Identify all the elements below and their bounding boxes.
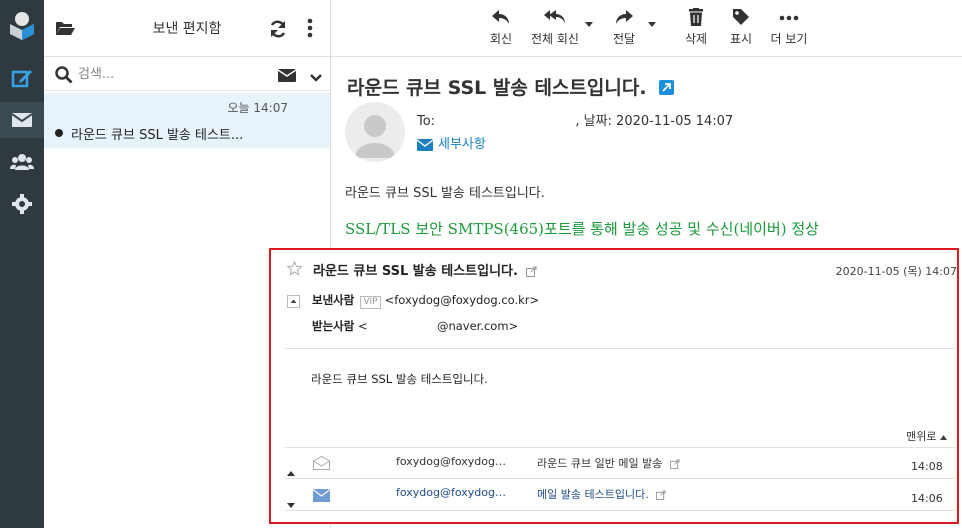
external-link-icon bbox=[656, 490, 666, 500]
details-label: 세부사항 bbox=[438, 137, 486, 152]
reply-all-icon bbox=[544, 10, 565, 23]
chevron-down-icon[interactable] bbox=[310, 68, 322, 87]
reply-icon bbox=[492, 10, 509, 24]
search-icon[interactable] bbox=[55, 66, 73, 88]
embedded-naver-mail-screenshot: 라운드 큐브 SSL 발송 테스트입니다. 2020-11-05 (목) 14:… bbox=[269, 248, 959, 524]
external-link-icon bbox=[526, 266, 537, 277]
embedded-date: 2020-11-05 (목) 14:07 bbox=[835, 265, 957, 278]
forward-caret-icon[interactable] bbox=[648, 22, 656, 27]
reply-all-button[interactable]: 전체 회신 bbox=[527, 8, 583, 47]
delete-label: 삭제 bbox=[684, 32, 708, 46]
details-link[interactable]: 세부사항 bbox=[416, 133, 486, 152]
contacts-icon[interactable] bbox=[0, 144, 44, 180]
sender-row: 보낸사람 VIP <foxydog@foxydog.co.kr> bbox=[312, 292, 539, 309]
message-toolbar: 회신 전체 회신 전달 삭제 표시 더 보기 bbox=[331, 0, 962, 57]
sender-label: 보낸사람 bbox=[312, 293, 355, 307]
reply-all-label: 전체 회신 bbox=[531, 32, 579, 46]
thread-from: foxydog@foxydog… bbox=[396, 455, 506, 468]
mark-label: 표시 bbox=[729, 32, 753, 46]
reply-label: 회신 bbox=[489, 32, 513, 46]
vip-badge: VIP bbox=[360, 296, 381, 309]
settings-gear-icon[interactable] bbox=[0, 186, 44, 222]
forward-icon bbox=[616, 10, 633, 24]
collapse-header-icon bbox=[287, 293, 300, 312]
message-date: , 날짜: 2020-11-05 14:07 bbox=[575, 114, 734, 129]
avatar-person-icon bbox=[355, 115, 395, 158]
thread-from: foxydog@foxydog… bbox=[396, 486, 506, 499]
list-item[interactable]: 오늘 14:07 라운드 큐브 SSL 발송 테스트... bbox=[44, 93, 330, 148]
list-item-time: 오늘 14:07 bbox=[227, 101, 288, 115]
mail-icon[interactable] bbox=[0, 102, 44, 138]
header-to-line: To: , 날짜: 2020-11-05 14:07 bbox=[417, 110, 733, 129]
search-input[interactable] bbox=[78, 64, 268, 84]
divider bbox=[285, 510, 955, 511]
more-label: 더 보기 bbox=[770, 32, 808, 46]
divider bbox=[285, 348, 955, 349]
recipient-label: 받는사람 bbox=[312, 319, 355, 333]
caret-up-icon bbox=[940, 434, 947, 440]
external-link-icon bbox=[669, 459, 680, 469]
refresh-icon[interactable] bbox=[268, 19, 288, 43]
to-top-link: 맨위로 bbox=[906, 428, 947, 444]
recipient-email: @naver.com> bbox=[436, 319, 519, 333]
thread-subject-text: 메일 발송 테스트입니다. bbox=[537, 488, 649, 501]
message-subject-text: 라운드 큐브 SSL 발송 테스트입니다. bbox=[347, 77, 647, 99]
tag-icon bbox=[733, 9, 749, 25]
list-menu-dots-icon[interactable] bbox=[307, 18, 313, 42]
reply-all-caret-icon[interactable] bbox=[585, 22, 593, 27]
sender-avatar bbox=[345, 102, 405, 162]
app-rail bbox=[0, 0, 44, 528]
mark-button[interactable]: 표시 bbox=[726, 8, 756, 47]
embedded-subject: 라운드 큐브 SSL 발송 테스트입니다. bbox=[313, 260, 537, 279]
reply-button[interactable]: 회신 bbox=[483, 8, 519, 47]
compose-icon[interactable] bbox=[0, 60, 44, 96]
star-icon bbox=[286, 260, 303, 280]
to-label: To: bbox=[417, 114, 436, 129]
thread-time: 14:06 bbox=[911, 492, 943, 505]
envelope-icon bbox=[416, 138, 434, 151]
list-header: 보낸 편지함 bbox=[44, 0, 330, 57]
more-button[interactable]: 더 보기 bbox=[767, 8, 811, 47]
embedded-body: 라운드 큐브 SSL 발송 테스트입니다. bbox=[311, 372, 488, 386]
unread-envelope-icon bbox=[312, 487, 331, 506]
recipient-row: 받는사람 < @naver.com> bbox=[312, 318, 518, 334]
body-text-line: 라운드 큐브 SSL 발송 테스트입니다. bbox=[345, 186, 545, 201]
thread-time: 14:08 bbox=[911, 460, 943, 473]
forward-button[interactable]: 전달 bbox=[608, 8, 640, 47]
trash-icon bbox=[689, 8, 703, 26]
open-new-window-icon[interactable] bbox=[659, 78, 675, 100]
thread-subject: 메일 발송 테스트입니다. bbox=[537, 486, 666, 502]
unread-dot-icon bbox=[55, 129, 63, 137]
divider bbox=[285, 447, 955, 448]
app-logo-icon[interactable] bbox=[8, 10, 36, 40]
read-envelope-icon bbox=[313, 455, 330, 474]
message-subject: 라운드 큐브 SSL 발송 테스트입니다. bbox=[347, 73, 675, 100]
search-mail-filter-icon[interactable] bbox=[277, 67, 297, 86]
forward-label: 전달 bbox=[612, 32, 636, 46]
to-top-label: 맨위로 bbox=[906, 430, 937, 443]
recipient-open: < bbox=[357, 319, 368, 333]
delete-button[interactable]: 삭제 bbox=[681, 8, 711, 47]
more-dots-icon bbox=[779, 15, 799, 21]
thread-subject: 라운드 큐브 일반 메일 발송 bbox=[537, 455, 680, 471]
list-item-subject: 라운드 큐브 SSL 발송 테스트... bbox=[71, 128, 244, 143]
thread-subject-text: 라운드 큐브 일반 메일 발송 bbox=[537, 457, 663, 470]
embedded-subject-text: 라운드 큐브 SSL 발송 테스트입니다. bbox=[313, 264, 518, 279]
body-green-line: SSL/TLS 보안 SMTPS(465)포트를 통해 발송 성공 및 수신(네… bbox=[345, 220, 819, 238]
divider bbox=[285, 478, 955, 479]
sender-email: <foxydog@foxydog.co.kr> bbox=[384, 293, 540, 307]
search-bar bbox=[44, 57, 330, 91]
